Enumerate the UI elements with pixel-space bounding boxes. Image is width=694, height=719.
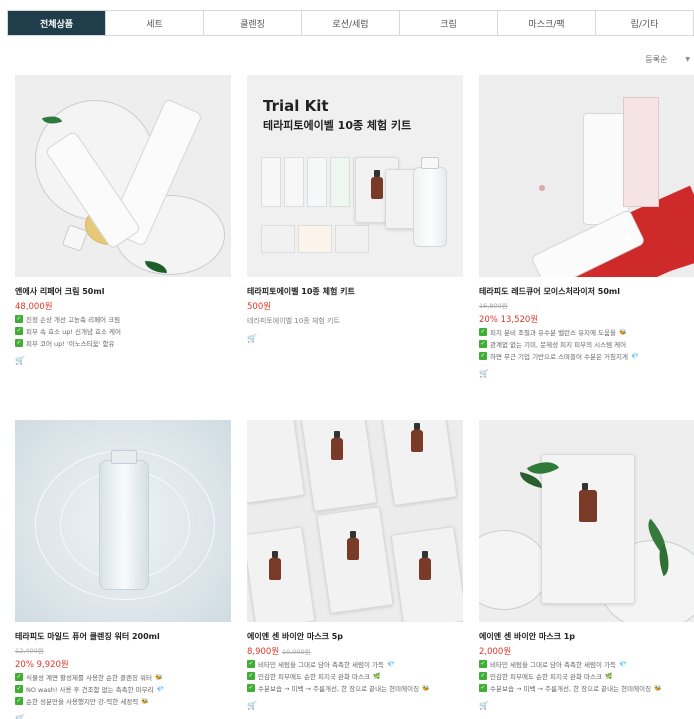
product-card-redcure-moisturizer[interactable]: 테라피도 레드큐어 모이스처라이저 50ml 16,800원 20% 13,52… xyxy=(479,75,694,380)
feature-item: ✓ 피부 속 효소 up! 신개념 효소 케어 xyxy=(15,327,122,336)
feature-item: ✓ 비타민 세럼을 그대로 담아 촉촉한 세럼이 가득 💎 xyxy=(479,660,627,669)
cart-icon[interactable]: 🛒 xyxy=(247,701,257,710)
product-image[interactable] xyxy=(15,75,231,277)
product-name[interactable]: 테라피토에이벨 10종 체험 키트 xyxy=(247,286,463,297)
category-tabs: 전체상품 세트 클렌징 로션/세럼 크림 마스크/팩 립/기타 xyxy=(7,10,694,36)
product-image[interactable] xyxy=(15,420,231,622)
product-name[interactable]: 에이엔 센 바이안 마스크 1p xyxy=(479,631,694,642)
feature-item: ✓ 비타민 세럼을 그대로 담아 촉촉한 세럼이 가득 💎 xyxy=(247,660,395,669)
cart-icon[interactable]: 🛒 xyxy=(247,334,257,343)
product-image[interactable] xyxy=(479,75,694,277)
product-name[interactable]: 테라피도 레드큐어 모이스처라이저 50ml xyxy=(479,286,694,297)
chevron-down-icon: ▼ xyxy=(685,56,690,63)
product-image[interactable] xyxy=(247,420,463,622)
product-price: 500원 xyxy=(247,302,272,312)
check-icon: ✓ xyxy=(15,339,23,347)
product-card-repair-cream[interactable]: 엔에사 리페어 크림 50ml 48,000원 ✓ 진정 손상 개선 고농축 리페… xyxy=(15,75,231,367)
feature-item: ✓ 수분보습 → 미백 → 주름개선, 한 장으로 끝내는 현미에이징 🐝 xyxy=(247,684,430,693)
sort-label: 등록순 xyxy=(645,55,668,64)
feature-item: ✓ 민감한 피부에도 순한 피지국 완화 마스크 🌿 xyxy=(479,672,613,681)
check-icon: ✓ xyxy=(479,340,487,348)
original-price: 12,400원 xyxy=(15,647,44,655)
product-card-trial-kit[interactable]: Trial Kit 테라피토에이벨 10종 체험 키트 테라피토에이벨 10종 … xyxy=(247,75,463,345)
tab-lotion-serum[interactable]: 로션/세럼 xyxy=(302,11,400,35)
feature-item: ✓ 하면 무근 기업 기반으로 스며들어 수분은 거침지게 💎 xyxy=(479,352,639,361)
product-name[interactable]: 테라피도 마일드 퓨어 클렌징 워터 200ml xyxy=(15,631,231,642)
check-icon: ✓ xyxy=(479,352,487,360)
cart-icon[interactable]: 🛒 xyxy=(15,714,25,719)
check-icon: ✓ xyxy=(15,327,23,335)
check-icon: ✓ xyxy=(15,673,23,681)
cart-icon[interactable]: 🛒 xyxy=(479,369,489,378)
image-title: Trial Kit xyxy=(263,97,329,115)
feature-item: ✓ NO wash! 사용 후 건조함 없는 촉촉한 마무리 💎 xyxy=(15,685,165,694)
tab-all[interactable]: 전체상품 xyxy=(8,11,106,35)
feature-item: ✓ 관계없 없는 기미, 문제성 피지 피부의 시스템 케어 xyxy=(479,340,627,349)
product-name[interactable]: 에이엔 센 바이안 마스크 5p xyxy=(247,631,463,642)
sort-select[interactable]: 등록순 ▼ xyxy=(645,54,690,65)
check-icon: ✓ xyxy=(15,685,23,693)
tab-cream[interactable]: 크림 xyxy=(400,11,498,35)
feature-item: ✓ 민감한 피부에도 순한 피지국 완화 마스크 🌿 xyxy=(247,672,381,681)
tab-mask-pack[interactable]: 마스크/팩 xyxy=(498,11,596,35)
original-price: 10,000원 xyxy=(281,648,311,656)
check-icon: ✓ xyxy=(479,684,487,692)
cart-icon[interactable]: 🛒 xyxy=(479,701,489,710)
check-icon: ✓ xyxy=(15,697,23,705)
product-card-mask-1p[interactable]: 에이엔 센 바이안 마스크 1p 2,000원 ✓ 비타민 세럼을 그대로 담아 … xyxy=(479,420,694,712)
tab-cleansing[interactable]: 클렌징 xyxy=(204,11,302,35)
product-price: 20% 9,920원 xyxy=(15,660,69,670)
product-card-mask-5p[interactable]: 에이엔 센 바이안 마스크 5p 8,900원 10,000원 ✓ 비타민 세럼을… xyxy=(247,420,463,712)
product-description: 테라피토에이벨 10종 체험 키트 xyxy=(247,317,340,325)
product-price: 2,000원 xyxy=(479,647,512,657)
check-icon: ✓ xyxy=(479,660,487,668)
product-price: 8,900원 10,000원 xyxy=(247,647,311,657)
product-price: 48,000원 xyxy=(15,302,53,312)
feature-item: ✓ 순한 성분만을 사용했지만 강-력한 세정력 🐝 xyxy=(15,697,149,706)
original-price: 16,800원 xyxy=(479,302,508,310)
check-icon: ✓ xyxy=(479,672,487,680)
check-icon: ✓ xyxy=(15,315,23,323)
product-card-cleansing-water[interactable]: 테라피도 마일드 퓨어 클렌징 워터 200ml 12,400원 20% 9,9… xyxy=(15,420,231,719)
feature-item: ✓ 진정 손상 개선 고농축 리페어 크림 xyxy=(15,315,121,324)
product-price: 20% 13,520원 xyxy=(479,315,539,325)
feature-item: ✓ 수분보습 → 미백 → 주름개선, 한 장으로 끝내는 현미에이징 🐝 xyxy=(479,684,662,693)
check-icon: ✓ xyxy=(479,328,487,336)
check-icon: ✓ xyxy=(247,660,255,668)
check-icon: ✓ xyxy=(247,684,255,692)
feature-item: ✓ 피부 코어 up! '이노스티움' 함유 xyxy=(15,339,115,348)
image-subtitle: 테라피토에이벨 10종 체험 키트 xyxy=(263,119,412,132)
check-icon: ✓ xyxy=(247,672,255,680)
product-image[interactable]: Trial Kit 테라피토에이벨 10종 체험 키트 xyxy=(247,75,463,277)
feature-item: ✓ 피지 분비 조절과 유수분 밸런스 유지에 도움을 🐝 xyxy=(479,328,627,337)
product-name[interactable]: 엔에사 리페어 크림 50ml xyxy=(15,286,231,297)
cart-icon[interactable]: 🛒 xyxy=(15,356,25,365)
feature-item: ✓ 식물성 계면 활성제를 사용한 순한 클렌징 워터 🐝 xyxy=(15,673,163,682)
tab-set[interactable]: 세트 xyxy=(106,11,204,35)
tab-lip-etc[interactable]: 립/기타 xyxy=(596,11,693,35)
product-image[interactable] xyxy=(479,420,694,622)
